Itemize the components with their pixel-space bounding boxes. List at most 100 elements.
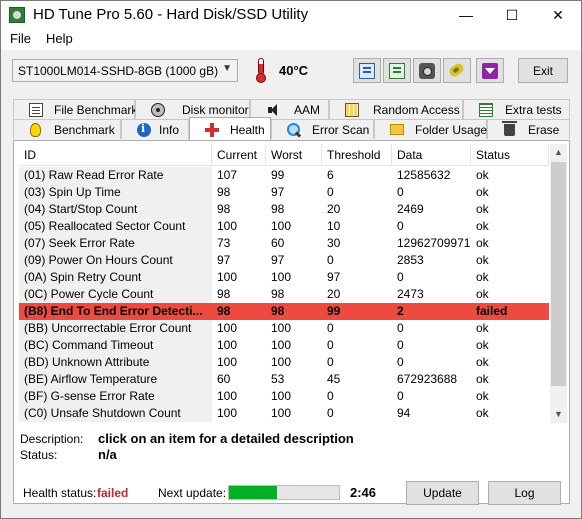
menu-file[interactable]: File xyxy=(10,31,31,46)
table-row[interactable]: (01) Raw Read Error Rate 107 99 6 12585632 ok xyxy=(19,167,549,184)
table-row[interactable]: (0A) Spin Retry Count 100 100 97 0 ok xyxy=(19,269,549,286)
cell-status: ok xyxy=(476,287,489,301)
cell-id: (BC) Command Timeout xyxy=(19,337,212,354)
tab-label: File Benchmark xyxy=(54,103,138,117)
table-row[interactable]: (BC) Command Timeout 100 100 0 0 ok xyxy=(19,337,549,354)
tab-file-benchmark[interactable]: File Benchmark xyxy=(13,99,138,119)
tab-label: Erase xyxy=(528,123,560,137)
table-row[interactable]: (09) Power On Hours Count 97 97 0 2853 ok xyxy=(19,252,549,269)
tab-error-scan[interactable]: Error Scan xyxy=(271,119,374,139)
cell-id: (C0) Unsafe Shutdown Count xyxy=(19,405,212,422)
tab-label: Error Scan xyxy=(312,123,370,137)
table-row[interactable]: (07) Seek Error Rate 73 60 30 12962709971 ok xyxy=(19,235,549,252)
table-scrollbar[interactable]: ▲ ▼ xyxy=(550,144,567,423)
table-row[interactable]: (C0) Unsafe Shutdown Count 100 100 0 94 ok xyxy=(19,405,549,422)
column-header-threshold[interactable]: Threshold xyxy=(322,144,392,166)
cell-threshold: 0 xyxy=(327,253,334,267)
table-row[interactable]: (BF) G-sense Error Rate 100 100 0 0 ok xyxy=(19,388,549,405)
column-header-data[interactable]: Data xyxy=(392,144,471,166)
benchmark-bulb-icon xyxy=(30,123,41,137)
tab-folder-usage[interactable]: Folder Usage xyxy=(374,119,487,139)
table-row[interactable]: (04) Start/Stop Count 98 98 20 2469 ok xyxy=(19,201,549,218)
table-row[interactable]: (BE) Airflow Temperature 60 53 45 672923688 o… xyxy=(19,371,549,388)
copy-text-icon xyxy=(359,62,375,79)
exit-button[interactable]: Exit xyxy=(518,58,568,83)
cell-threshold: 30 xyxy=(327,236,341,250)
tab-random-access[interactable]: Random Access xyxy=(329,99,463,119)
cell-threshold: 10 xyxy=(327,219,341,233)
cell-status: ok xyxy=(476,253,489,267)
table-row[interactable]: (BB) Uncorrectable Error Count 100 100 0 0 ok xyxy=(19,320,549,337)
cell-status: ok xyxy=(476,185,489,199)
cell-id: (01) Raw Read Error Rate xyxy=(19,167,212,184)
health-status-label: Health status: xyxy=(23,486,97,500)
table-body: (01) Raw Read Error Rate 107 99 6 12585632 ok… xyxy=(19,167,549,422)
cell-data: 0 xyxy=(397,355,404,369)
column-header-id[interactable]: ID xyxy=(19,144,212,166)
cell-worst: 60 xyxy=(271,236,285,250)
log-button[interactable]: Log xyxy=(488,481,561,505)
options-button[interactable] xyxy=(443,58,471,83)
tab-info[interactable]: Info xyxy=(121,119,189,139)
health-status-value: failed xyxy=(97,486,129,500)
cell-id: (05) Reallocated Sector Count xyxy=(19,218,212,235)
cell-threshold: 0 xyxy=(327,338,334,352)
cell-data: 0 xyxy=(397,321,404,335)
scroll-down-arrow-icon[interactable]: ▼ xyxy=(550,406,567,423)
window-title: HD Tune Pro 5.60 - Hard Disk/SSD Utility xyxy=(33,6,309,23)
close-button[interactable]: ✕ xyxy=(535,1,581,29)
cell-threshold: 20 xyxy=(327,287,341,301)
cell-status: ok xyxy=(476,219,489,233)
table-row[interactable]: (BD) Unknown Attribute 100 100 0 0 ok xyxy=(19,354,549,371)
table-row[interactable]: (B8) End To End Error Detecti... 98 98 99 2 f… xyxy=(19,303,549,320)
scroll-up-arrow-icon[interactable]: ▲ xyxy=(550,144,567,161)
cell-worst: 53 xyxy=(271,372,285,386)
cell-id: (0A) Spin Retry Count xyxy=(19,269,212,286)
cell-current: 100 xyxy=(217,355,238,369)
cell-worst: 100 xyxy=(271,406,292,420)
cell-threshold: 20 xyxy=(327,202,341,216)
cell-current: 97 xyxy=(217,253,231,267)
cell-status: ok xyxy=(476,338,489,352)
column-header-current[interactable]: Current xyxy=(212,144,266,166)
cell-id: (03) Spin Up Time xyxy=(19,184,212,201)
tab-benchmark[interactable]: Benchmark xyxy=(13,119,121,139)
copy-info-button[interactable] xyxy=(383,58,411,83)
cell-id: (07) Seek Error Rate xyxy=(19,235,212,252)
copy-info-icon xyxy=(389,62,405,79)
tab-row-top: File Benchmark Disk monitor AAM Random A… xyxy=(13,99,570,119)
menu-help[interactable]: Help xyxy=(46,31,73,46)
options-keys-icon xyxy=(449,63,465,79)
column-header-status[interactable]: Status xyxy=(471,144,549,166)
cell-status: ok xyxy=(476,355,489,369)
menu-bar: File Help xyxy=(0,28,582,50)
magnifier-icon xyxy=(287,123,301,137)
disk-monitor-icon xyxy=(151,103,165,117)
cell-current: 98 xyxy=(217,185,231,199)
cell-status: failed xyxy=(471,303,549,320)
table-row[interactable]: (0C) Power Cycle Count 98 98 20 2473 ok xyxy=(19,286,549,303)
update-button[interactable]: Update xyxy=(406,481,479,505)
table-row[interactable]: (05) Reallocated Sector Count 100 100 10 0 ok xyxy=(19,218,549,235)
tab-extra-tests[interactable]: Extra tests xyxy=(463,99,570,119)
trash-icon xyxy=(502,121,517,136)
cell-current: 73 xyxy=(217,236,231,250)
maximize-button[interactable]: ☐ xyxy=(489,1,535,29)
drive-select[interactable]: ST1000LM014-SSHD-8GB (1000 gB) ▼ xyxy=(12,59,238,82)
tab-erase[interactable]: Erase xyxy=(487,119,570,139)
file-benchmark-icon xyxy=(29,103,43,117)
tab-disk-monitor[interactable]: Disk monitor xyxy=(135,99,250,119)
title-bar: HD Tune Pro 5.60 - Hard Disk/SSD Utility… xyxy=(0,0,582,28)
copy-text-button[interactable] xyxy=(353,58,381,83)
tab-aam[interactable]: AAM xyxy=(250,99,329,119)
save-button[interactable] xyxy=(476,58,504,83)
cell-threshold: 99 xyxy=(322,303,392,320)
smart-attributes-table[interactable]: ID Current Worst Threshold Data Status (… xyxy=(19,144,549,423)
tab-health[interactable]: Health xyxy=(189,117,271,140)
drive-select-value: ST1000LM014-SSHD-8GB (1000 gB) xyxy=(18,64,219,78)
column-header-worst[interactable]: Worst xyxy=(266,144,322,166)
scrollbar-thumb[interactable] xyxy=(551,162,566,386)
minimize-button[interactable]: — xyxy=(443,1,489,29)
screenshot-button[interactable] xyxy=(413,58,441,83)
table-row[interactable]: (03) Spin Up Time 98 97 0 0 ok xyxy=(19,184,549,201)
